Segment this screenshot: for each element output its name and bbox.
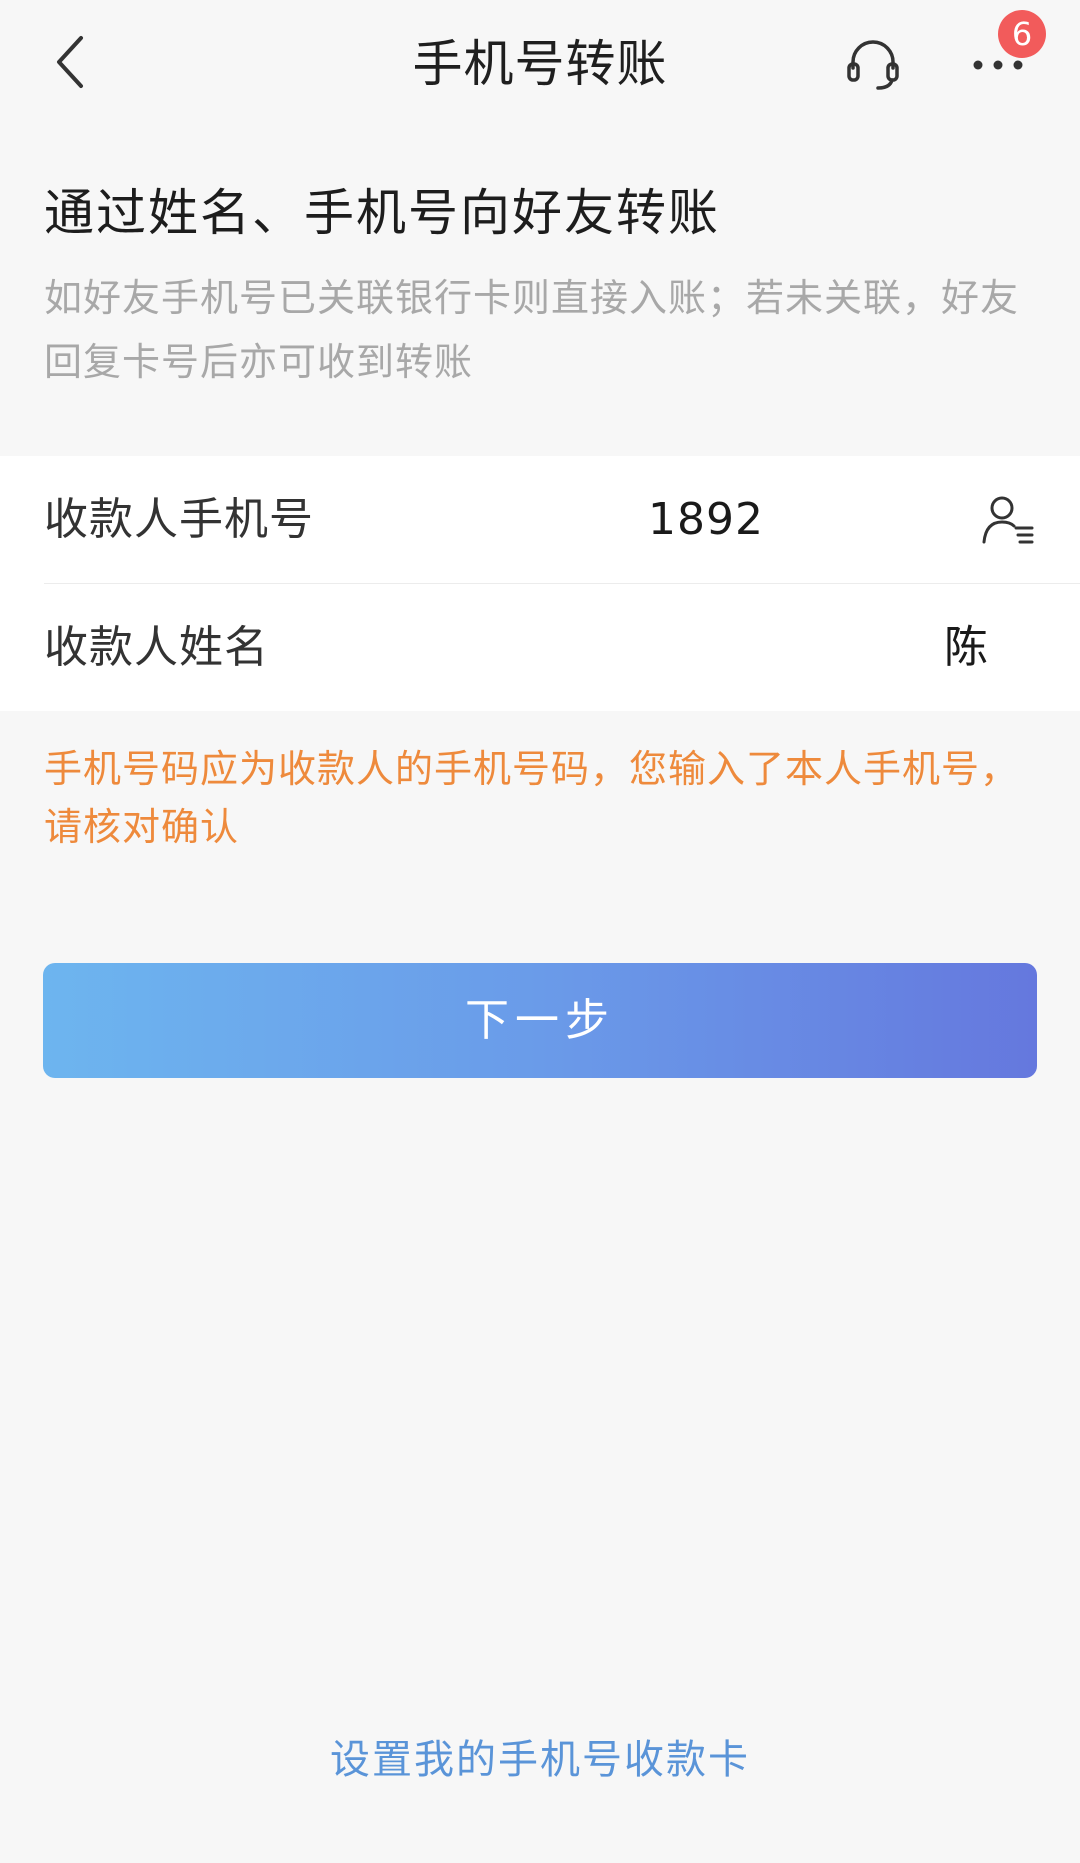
contact-list-icon[interactable] [978, 490, 1038, 550]
next-step-button[interactable]: 下一步 [43, 963, 1037, 1078]
set-receiving-card-link[interactable]: 设置我的手机号收款卡 [0, 1730, 1080, 1790]
warning-message: 手机号码应为收款人的手机号码，您输入了本人手机号，请核对确认 [44, 747, 1020, 849]
phone-input[interactable]: 1892 [648, 456, 764, 583]
headset-icon [847, 40, 899, 90]
customer-service-button[interactable] [838, 28, 908, 98]
name-row[interactable]: 收款人姓名 陈 [0, 584, 1080, 711]
intro-title: 通过姓名、手机号向好友转账 [44, 184, 720, 242]
transfer-form: 收款人手机号 1892 收款人姓名 陈 [0, 456, 1080, 711]
navigation-bar: 手机号转账 6 [0, 0, 1080, 130]
phone-row[interactable]: 收款人手机号 1892 [0, 456, 1080, 583]
name-input[interactable]: 陈 [944, 584, 988, 711]
intro-description: 如好友手机号已关联银行卡则直接入账；若未关联，好友回复卡号后亦可收到转账 [44, 276, 1020, 384]
notification-badge: 6 [998, 10, 1046, 58]
phone-label: 收款人手机号 [44, 494, 314, 545]
page-title: 手机号转账 [412, 35, 668, 93]
name-label: 收款人姓名 [44, 622, 269, 673]
